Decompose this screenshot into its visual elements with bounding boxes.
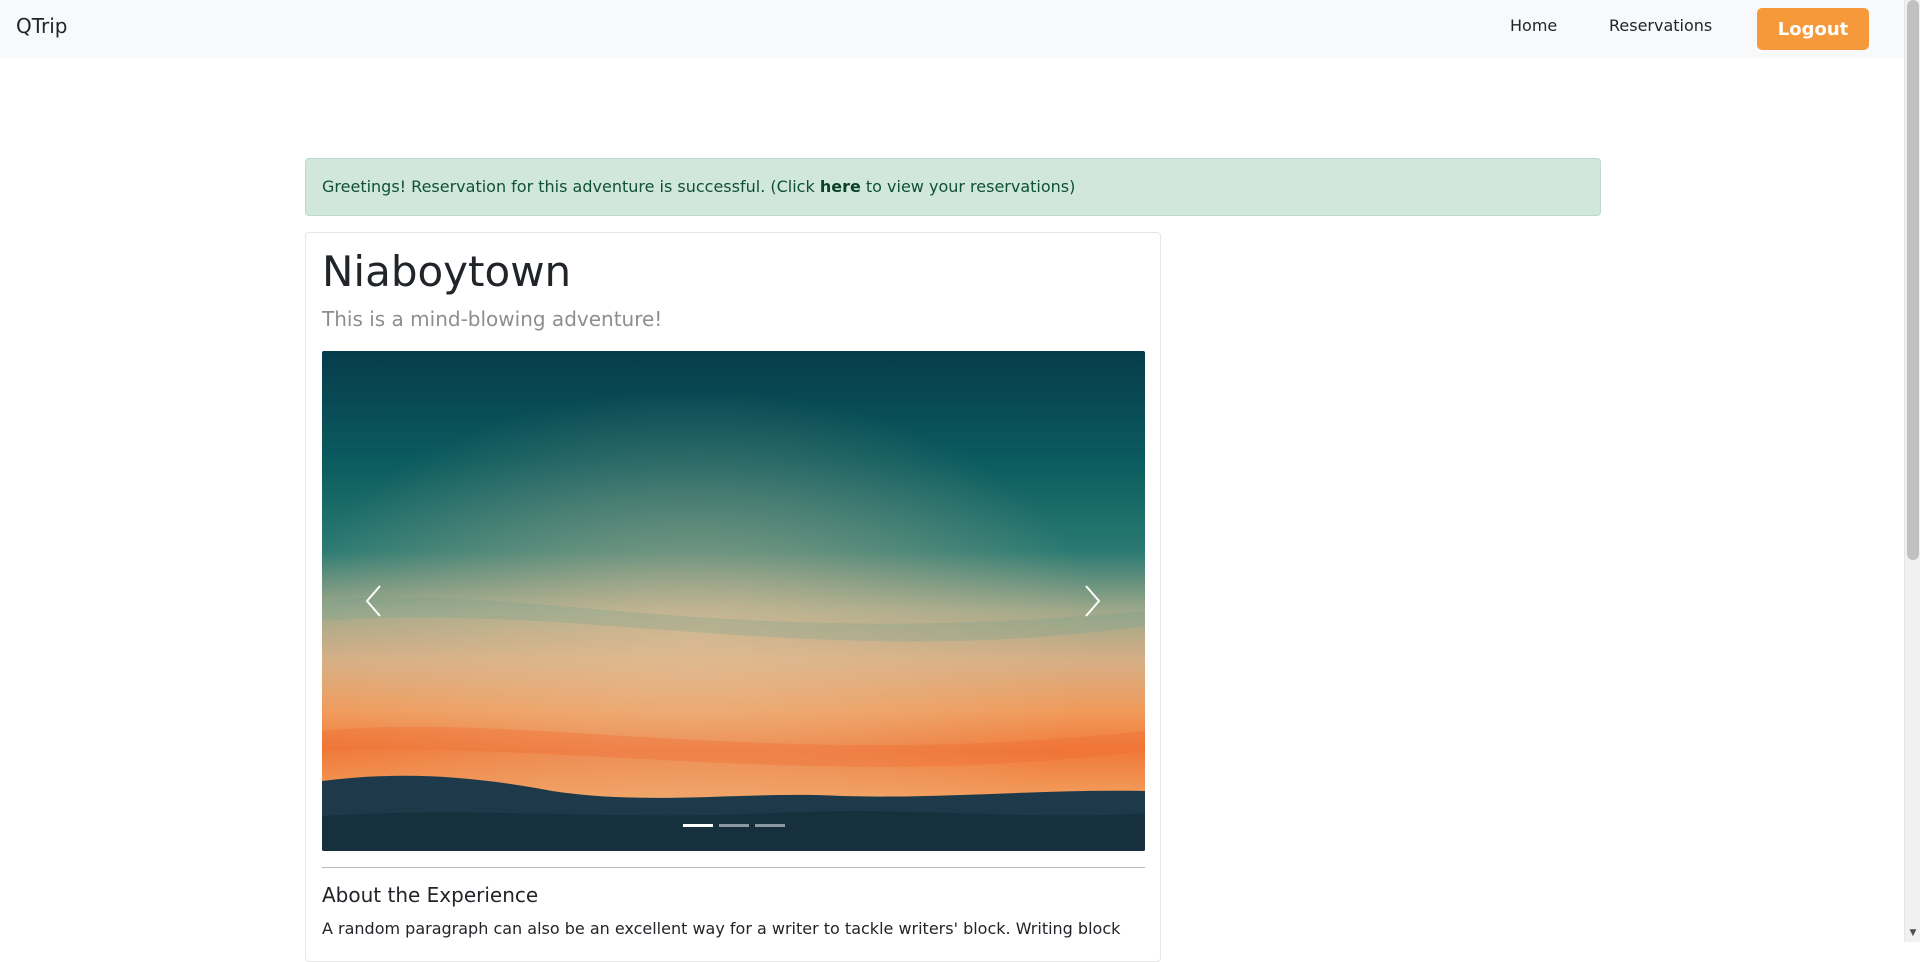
alert-text-prefix: Greetings! Reservation for this adventur… [322,177,820,196]
carousel-indicator-1[interactable] [682,824,713,827]
about-experience-heading: About the Experience [322,883,539,907]
carousel-prev-button[interactable] [344,571,404,631]
carousel-indicators [322,824,1145,827]
carousel-indicator-2[interactable] [718,824,749,827]
nav-link-reservations[interactable]: Reservations [1609,16,1712,35]
carousel-indicator-3[interactable] [754,824,785,827]
brand-logo[interactable]: QTrip [16,14,68,38]
reservation-success-alert: Greetings! Reservation for this adventur… [305,158,1601,216]
view-reservations-link[interactable]: here [820,177,861,196]
about-experience-text: A random paragraph can also be an excell… [322,919,1121,938]
adventure-image-carousel[interactable] [322,351,1145,851]
carousel-next-button[interactable] [1062,571,1122,631]
navbar: QTrip Home Reservations Logout [0,0,1904,58]
carousel-slide-image [322,351,1145,851]
adventure-title: Niaboytown [322,247,572,296]
page-scrollbar[interactable]: ▼ [1904,0,1920,942]
section-divider [322,867,1145,868]
logout-button[interactable]: Logout [1757,8,1869,50]
adventure-detail-card: Niaboytown This is a mind-blowing advent… [305,232,1161,962]
adventure-subtitle: This is a mind-blowing adventure! [322,307,663,331]
alert-text-suffix: to view your reservations) [860,177,1076,196]
chevron-left-icon [365,585,381,617]
chevron-right-icon [1085,585,1101,617]
scrollbar-thumb[interactable] [1907,0,1919,560]
nav-link-home[interactable]: Home [1510,16,1557,35]
scroll-down-arrow-icon[interactable]: ▼ [1905,926,1920,940]
